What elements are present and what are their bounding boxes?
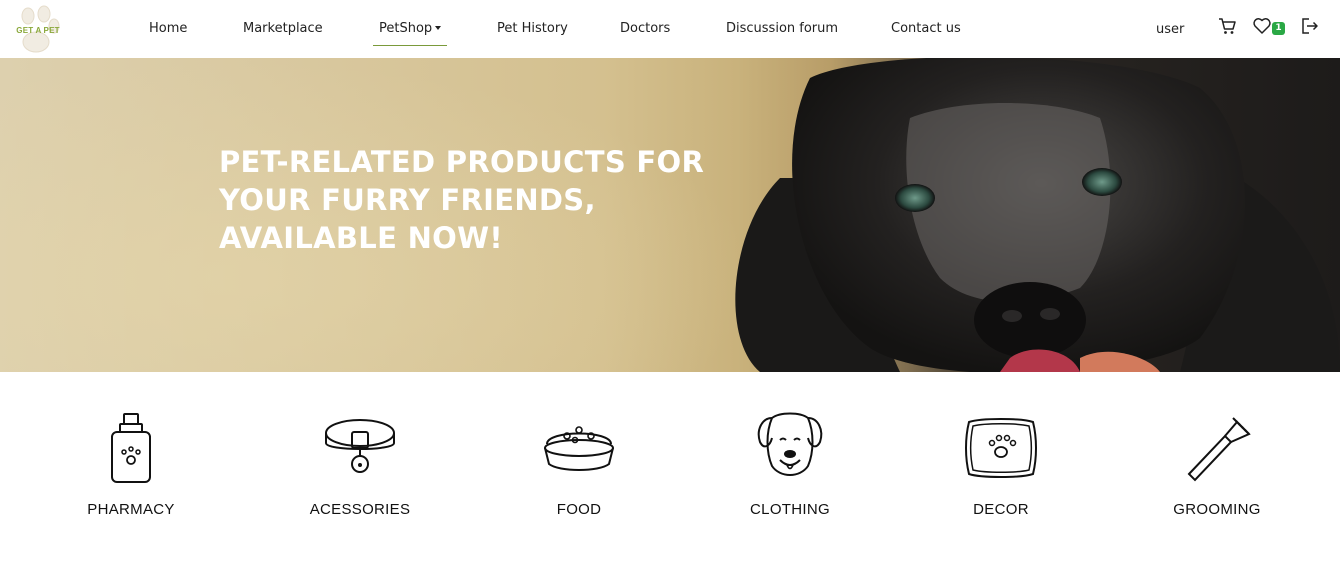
logo[interactable]: GET A PET <box>10 4 66 54</box>
caret-down-icon <box>435 25 442 30</box>
brush-icon <box>1187 417 1251 482</box>
category-label: FOOD <box>556 501 602 518</box>
nav-petshop[interactable]: PetShop <box>373 19 448 46</box>
heart-icon[interactable] <box>1252 16 1272 36</box>
pet-bed-icon <box>965 418 1037 478</box>
wishlist-count-badge: 1 <box>1272 22 1285 35</box>
category-accessories[interactable]: ACESSORIES <box>275 408 445 528</box>
user-name[interactable]: user <box>1156 20 1184 40</box>
category-food[interactable]: FOOD <box>494 408 664 528</box>
category-pharmacy[interactable]: PHARMACY <box>46 408 216 528</box>
category-label: CLOTHING <box>750 501 830 518</box>
nav-pet-history[interactable]: Pet History <box>497 19 568 39</box>
nav-home[interactable]: Home <box>149 19 187 39</box>
category-clothing[interactable]: CLOTHING <box>705 408 875 528</box>
logo-text: GET A PET <box>16 26 60 35</box>
category-label: DECOR <box>973 501 1029 518</box>
nav-petshop-label: PetShop <box>379 21 433 36</box>
nav-discussion-forum[interactable]: Discussion forum <box>726 19 838 39</box>
nav-marketplace[interactable]: Marketplace <box>243 19 323 39</box>
category-grooming[interactable]: GROOMING <box>1132 408 1302 528</box>
hero-title: PET-RELATED PRODUCTS FOR YOUR FURRY FRIE… <box>219 145 705 255</box>
dog-face-icon <box>757 412 823 476</box>
nav-contact-us[interactable]: Contact us <box>891 19 961 39</box>
navbar: GET A PET Home Marketplace PetShop Pet H… <box>0 0 1340 58</box>
nav-doctors[interactable]: Doctors <box>620 19 670 39</box>
category-label: ACESSORIES <box>309 501 411 518</box>
cart-icon[interactable] <box>1217 16 1237 36</box>
collar-icon <box>325 419 395 473</box>
food-bowl-icon <box>544 426 614 471</box>
category-label: PHARMACY <box>87 501 175 518</box>
dog-photo <box>735 58 1340 372</box>
hero-banner: PET-RELATED PRODUCTS FOR YOUR FURRY FRIE… <box>0 58 1340 372</box>
category-label: GROOMING <box>1173 501 1261 518</box>
category-decor[interactable]: DECOR <box>916 408 1086 528</box>
pharmacy-bottle-icon <box>111 413 151 483</box>
logout-icon[interactable] <box>1300 16 1320 36</box>
